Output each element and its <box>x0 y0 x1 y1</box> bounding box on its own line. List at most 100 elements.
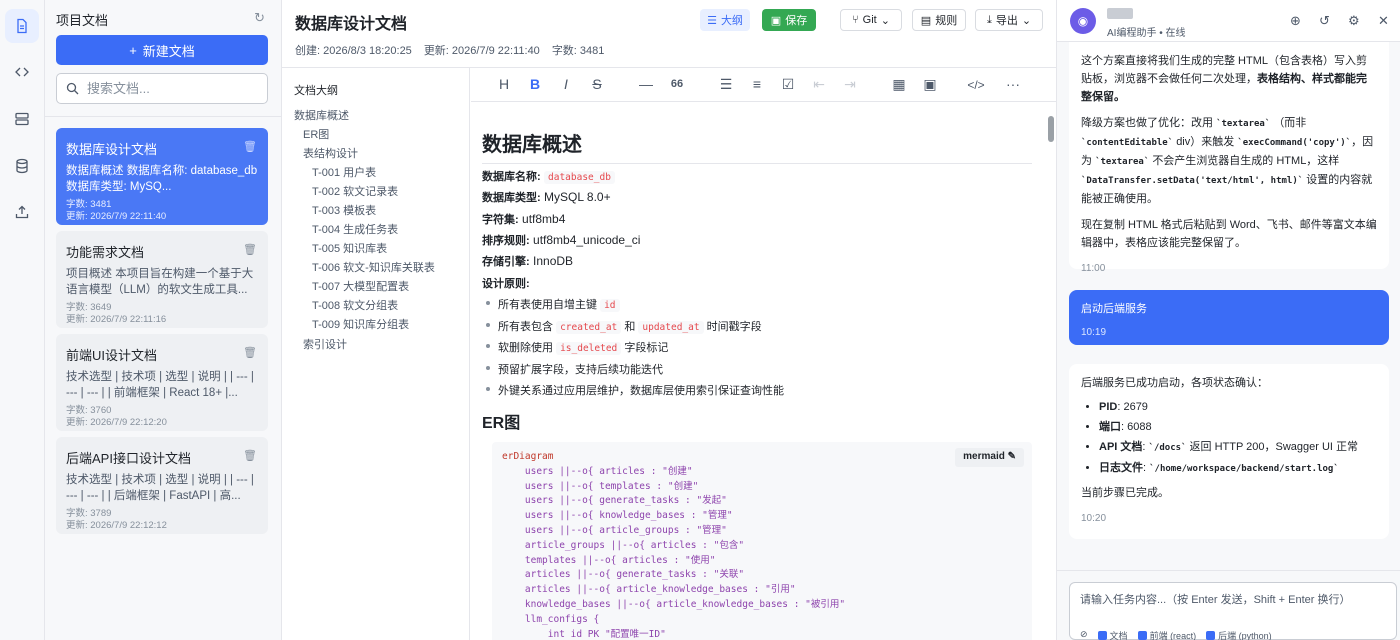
refresh-icon[interactable]: ↻ <box>254 10 265 26</box>
rules-button[interactable]: ▤ 规则 <box>912 9 966 31</box>
outline-item[interactable]: 表结构设计 <box>303 145 358 161</box>
assistant-message: 后端服务已成功启动，各项状态确认： PID: 2679 端口: 6088 API… <box>1069 364 1389 539</box>
outline-toggle-button[interactable]: ☰ 大纲 <box>700 9 750 31</box>
mermaid-badge[interactable]: mermaid ✎ <box>955 448 1024 467</box>
kv-label: 设计原则: <box>482 278 530 290</box>
code-line: users ||--o{ generate_tasks : "发起" <box>502 495 727 507</box>
search-input[interactable] <box>87 81 257 96</box>
new-document-button[interactable]: + 新建文档 <box>56 35 268 65</box>
message-time: 10:19 <box>1081 327 1107 338</box>
trash-icon[interactable]: 🗑 <box>243 346 257 359</box>
list-item: 所有表包含 created_at 和 updated_at 时间戳字段 <box>486 318 762 334</box>
context-frontend-checkbox[interactable]: 前端 (react) <box>1137 629 1197 640</box>
mermaid-code-block[interactable]: mermaid ✎ erDiagram users ||--o{ article… <box>492 442 1032 640</box>
book-icon: ▤ <box>920 14 932 27</box>
doc-card-chars: 字数: 3789 <box>66 508 112 519</box>
list-icon: ☰ <box>707 14 717 27</box>
code-icon[interactable] <box>5 55 39 89</box>
inline-code: created_at <box>556 321 622 334</box>
outline-item[interactable]: T-008 软文分组表 <box>312 297 398 313</box>
heading-icon[interactable]: H <box>495 76 513 92</box>
save-button[interactable]: ▣ 保存 <box>762 9 816 31</box>
context-backend-checkbox[interactable]: 后端 (python) <box>1206 629 1272 640</box>
trash-icon[interactable]: 🗑 <box>243 449 257 462</box>
context-docs-checkbox[interactable]: 文档 <box>1097 629 1128 640</box>
git-branch-icon: ⑂ <box>852 14 859 26</box>
attach-icon[interactable]: ⊘ <box>1080 629 1088 640</box>
kv-value: InnoDB <box>533 254 574 268</box>
task-input[interactable] <box>1080 591 1386 615</box>
code-block-icon[interactable]: </> <box>962 78 990 92</box>
doc-card-requirements[interactable]: 功能需求文档 项目概述 本项目旨在构建一个基于大语言模型（LLM）的软文生成工具… <box>56 231 268 328</box>
gear-icon[interactable]: ⚙ <box>1348 13 1360 29</box>
code-line: article_groups ||--o{ articles : "包含" <box>502 539 745 551</box>
table-icon[interactable]: ▦ <box>890 76 908 93</box>
export-label: 导出 <box>995 15 1018 27</box>
horizontal-rule-icon[interactable]: — <box>637 76 655 92</box>
editor-content[interactable]: 数据库概述 数据库名称: database_db 数据库类型: MySQL 8.… <box>482 102 1042 640</box>
message-time: 11:00 <box>1081 263 1106 274</box>
chat-input-box[interactable]: ⊘ 文档 前端 (react) 后端 (python) <box>1069 582 1397 640</box>
outline-item[interactable]: T-006 软文-知识库关联表 <box>312 259 435 275</box>
outline-item[interactable]: T-005 知识库表 <box>312 240 387 256</box>
checkbox-label: 前端 (react) <box>1149 631 1197 640</box>
image-icon[interactable]: ▣ <box>921 76 939 93</box>
kv-value: utf8mb4 <box>522 212 566 226</box>
outline-item[interactable]: 索引设计 <box>303 336 347 352</box>
message-paragraph: 后端服务已成功启动，各项状态确认： <box>1081 377 1268 389</box>
doc-card-excerpt: 技术选型 | 技术项 | 选型 | 说明 | | --- | --- | ---… <box>66 371 254 399</box>
chevron-down-icon: ⌄ <box>880 14 890 27</box>
doc-card-frontend-ui[interactable]: 前端UI设计文档 技术选型 | 技术项 | 选型 | 说明 | | --- | … <box>56 334 268 431</box>
trash-icon[interactable]: 🗑 <box>243 140 257 153</box>
list-item: API 文档: `/docs` 返回 HTTP 200，Swagger UI 正… <box>1099 438 1377 457</box>
document-icon[interactable] <box>5 9 39 43</box>
doc-search[interactable] <box>56 73 268 104</box>
close-icon[interactable]: ✕ <box>1378 13 1389 29</box>
mermaid-badge-label: mermaid <box>963 451 1005 462</box>
message-bold: 端口 <box>1099 421 1121 433</box>
outline-item[interactable]: 数据库概述 <box>294 107 349 123</box>
message-paragraph: 当前步骤已完成。 <box>1081 487 1169 499</box>
doc-card-updated: 更新: 2026/7/9 22:11:40 <box>66 211 167 222</box>
history-icon[interactable]: ↺ <box>1319 13 1330 29</box>
task-list-icon[interactable]: ☑ <box>779 76 797 93</box>
more-icon[interactable]: ··· <box>1001 76 1025 92</box>
kv-value: MySQL 8.0+ <box>544 190 611 204</box>
doc-card-backend-api[interactable]: 后端API接口设计文档 技术选型 | 技术项 | 选型 | 说明 | | ---… <box>56 437 268 534</box>
outline-item[interactable]: T-001 用户表 <box>312 164 376 180</box>
assistant-message: 这个方案直接将我们生成的完整 HTML（包含表格）写入剪贴板，浏览器不会做任何二… <box>1069 42 1389 274</box>
outline-item[interactable]: ER图 <box>303 126 329 142</box>
git-button[interactable]: ⑂ Git ⌄ <box>840 9 902 31</box>
new-chat-icon[interactable]: ⊕ <box>1290 13 1301 29</box>
list-item: 外键关系通过应用层维护，数据库层使用索引保证查询性能 <box>486 382 784 398</box>
outline-item[interactable]: T-002 软文记录表 <box>312 183 398 199</box>
message-paragraph: 降级方案也做了优化：改用 `textarea` （而非 `contentEdit… <box>1081 114 1377 208</box>
doc-card-db-design[interactable]: 数据库设计文档 数据库概述 数据库名称: database_db 数据库类型: … <box>56 128 268 225</box>
trash-icon[interactable]: 🗑 <box>243 243 257 256</box>
outline-item[interactable]: T-009 知识库分组表 <box>312 316 409 332</box>
list-item: 预留扩展字段，支持后续功能迭代 <box>486 361 663 377</box>
inline-code: database_db <box>544 171 615 184</box>
bold-icon[interactable]: B <box>526 76 544 92</box>
quote-icon[interactable]: 66 <box>668 78 686 90</box>
scrollbar[interactable] <box>1048 116 1054 142</box>
database-icon[interactable] <box>5 149 39 183</box>
bullet-list-icon[interactable]: ☰ <box>717 76 735 93</box>
inline-code: id <box>600 299 620 312</box>
outline-item[interactable]: T-007 大模型配置表 <box>312 278 409 294</box>
export-button[interactable]: ⤓ 导出 ⌄ <box>975 9 1043 31</box>
code-line: articles ||--o{ article_knowledge_bases … <box>502 584 796 596</box>
outline-item[interactable]: T-004 生成任务表 <box>312 221 398 237</box>
upload-icon[interactable] <box>5 195 39 229</box>
strikethrough-icon[interactable]: S <box>588 76 606 92</box>
server-icon[interactable] <box>5 102 39 136</box>
doc-card-title: 后端API接口设计文档 <box>66 451 191 466</box>
outline-item[interactable]: T-003 模板表 <box>312 202 376 218</box>
italic-icon[interactable]: I <box>557 76 575 92</box>
doc-card-updated: 更新: 2026/7/9 22:11:16 <box>66 314 167 325</box>
ordered-list-icon[interactable]: ≡ <box>748 76 766 92</box>
indent-icon[interactable]: ⇥ <box>841 76 859 93</box>
db-name-row: 数据库名称: database_db <box>482 168 615 184</box>
outdent-icon[interactable]: ⇤ <box>810 76 828 93</box>
list-item: 软删除使用 is_deleted 字段标记 <box>485 339 668 355</box>
